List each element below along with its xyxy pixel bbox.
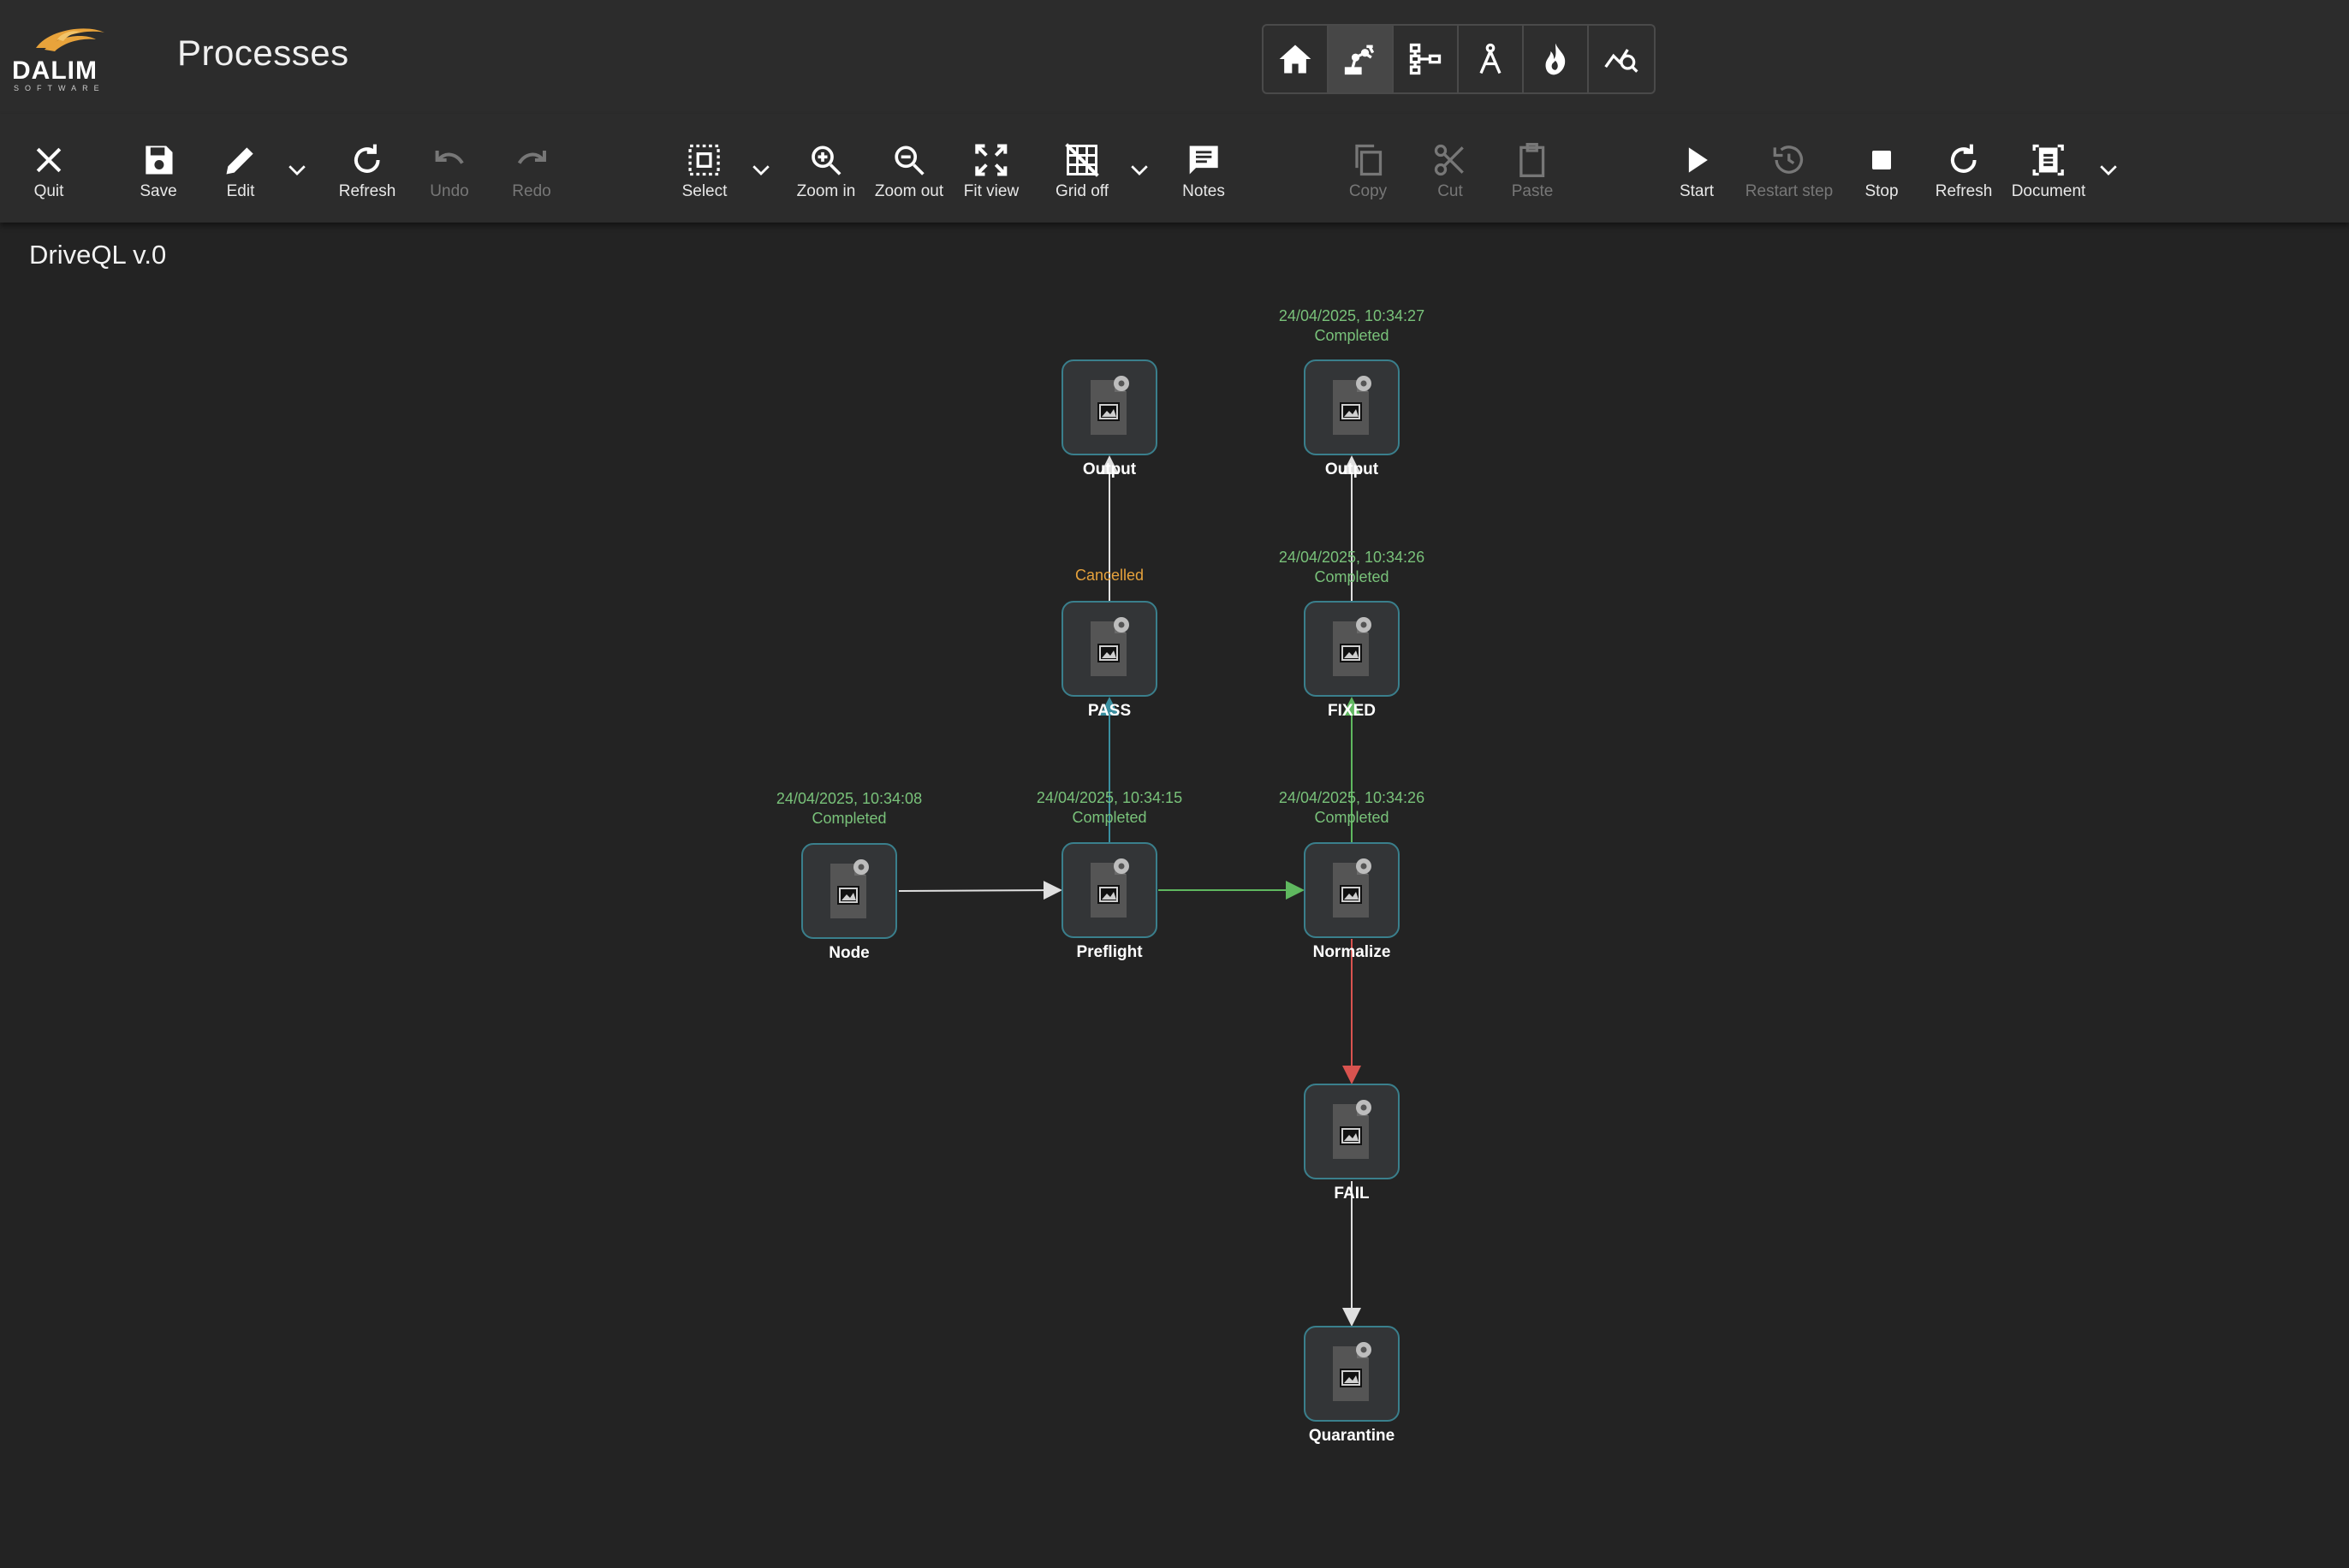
workflow-node-fail[interactable] [1304, 1084, 1400, 1179]
image-job-icon [1333, 376, 1371, 435]
workflow-node-preflight[interactable] [1062, 842, 1157, 938]
image-job-icon [1333, 858, 1371, 918]
image-job-icon [1333, 1100, 1371, 1159]
image-job-icon [1333, 1342, 1371, 1401]
node-status-pass: Cancelled [1075, 566, 1144, 585]
node-timestamp: 24/04/2025, 10:34:26 [1278, 549, 1425, 566]
node-label-pass: PASS [1087, 702, 1132, 720]
node-status-fixed: 24/04/2025, 10:34:26 Completed [1279, 548, 1424, 587]
node-label-preflight: Preflight [1076, 943, 1143, 961]
node-label-output-right: Output [1324, 460, 1379, 478]
image-job-icon [1091, 858, 1129, 918]
workflow-node-node[interactable] [801, 843, 897, 939]
workflow-node-pass[interactable] [1062, 601, 1157, 697]
node-label-node: Node [829, 944, 870, 962]
image-job-icon [1091, 376, 1129, 435]
node-status-text: Completed [1072, 809, 1147, 826]
node-timestamp: 24/04/2025, 10:34:15 [1036, 789, 1183, 806]
image-job-icon [1333, 617, 1371, 676]
node-status-node: 24/04/2025, 10:34:08 Completed [776, 789, 922, 829]
node-label-fixed: FIXED [1328, 702, 1376, 720]
node-status-text: Completed [812, 810, 887, 827]
node-status-text: Cancelled [1074, 567, 1145, 584]
workflow-node-output-right[interactable] [1304, 359, 1400, 455]
node-label-output-left: Output [1082, 460, 1137, 478]
node-label-fail: FAIL [1334, 1185, 1370, 1203]
workflow-node-fixed[interactable] [1304, 601, 1400, 697]
node-timestamp: 24/04/2025, 10:34:26 [1278, 789, 1425, 806]
image-job-icon [1091, 617, 1129, 676]
node-status-normalize: 24/04/2025, 10:34:26 Completed [1279, 788, 1424, 828]
node-status-output-right: 24/04/2025, 10:34:27 Completed [1279, 306, 1424, 346]
workflow-edges [898, 455, 1361, 1327]
node-label-normalize: Normalize [1312, 943, 1391, 961]
image-job-icon [830, 859, 869, 918]
workflow-node-quarantine[interactable] [1304, 1326, 1400, 1422]
node-timestamp: 24/04/2025, 10:34:27 [1278, 307, 1425, 324]
edge-node-preflight[interactable] [898, 881, 1062, 900]
workflow-node-normalize[interactable] [1304, 842, 1400, 938]
node-label-quarantine: Quarantine [1308, 1427, 1395, 1445]
workflow-node-output-left[interactable] [1062, 359, 1157, 455]
node-timestamp: 24/04/2025, 10:34:08 [776, 790, 923, 807]
node-status-text: Completed [1314, 327, 1389, 344]
node-status-text: Completed [1314, 568, 1389, 585]
node-status-text: Completed [1314, 809, 1389, 826]
node-status-preflight: 24/04/2025, 10:34:15 Completed [1037, 788, 1182, 828]
